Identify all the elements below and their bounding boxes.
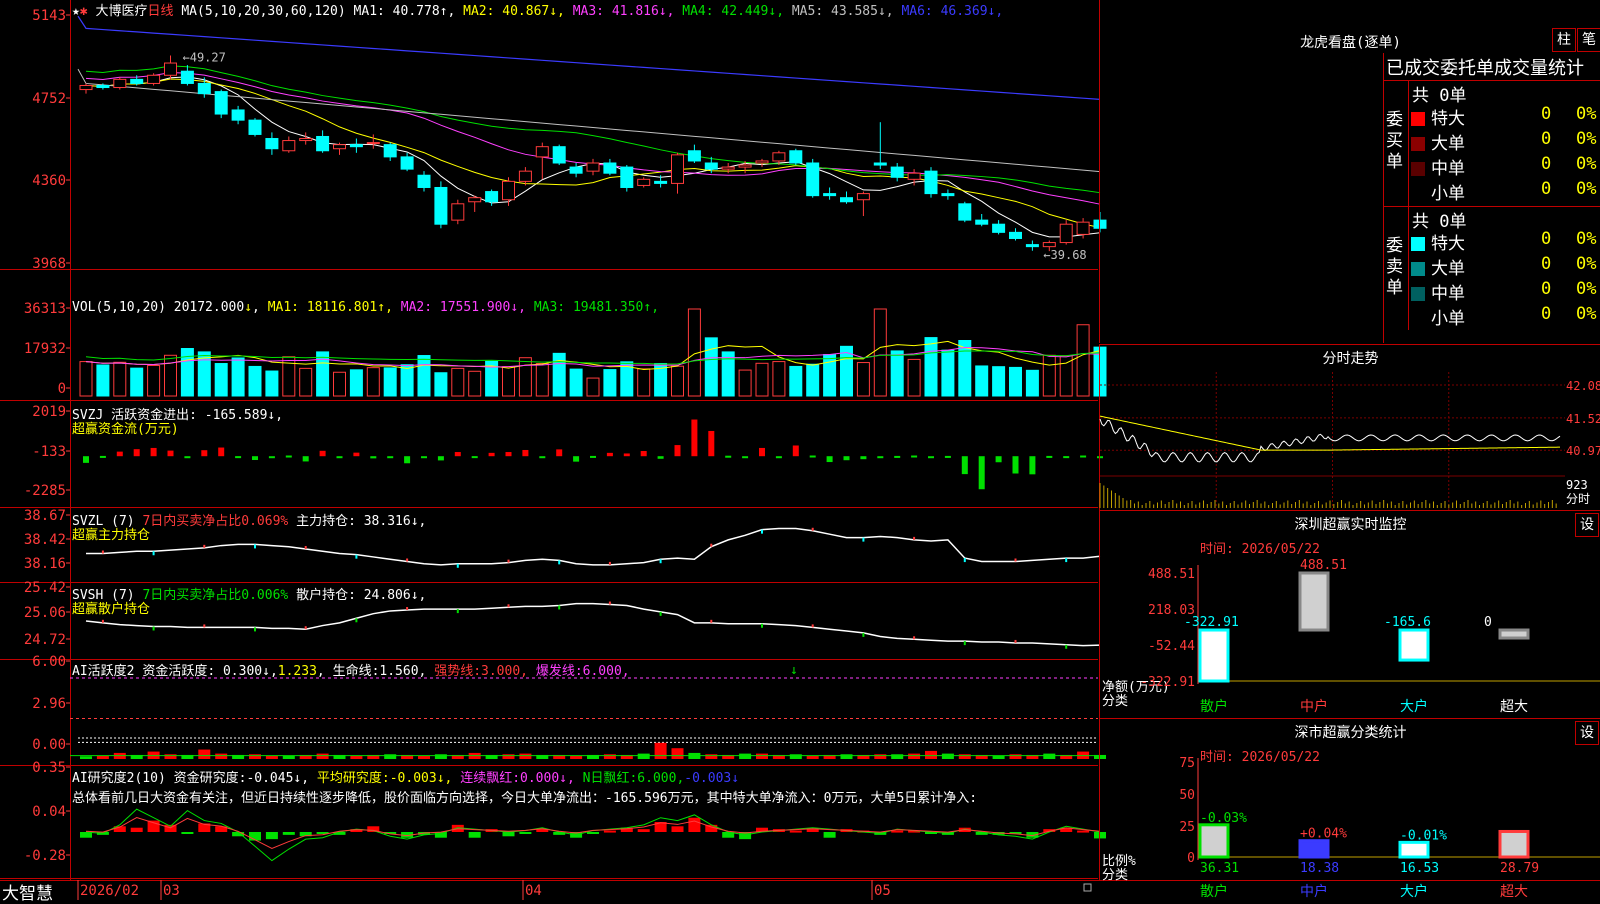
sz-class-change: +0.04%: [1300, 827, 1347, 842]
sz-class-y-label: 0: [1187, 851, 1195, 866]
sz-monitor-y-label: -52.44: [1148, 639, 1195, 654]
intraday-price-line: [1099, 418, 1561, 463]
sz-class-category: 超大: [1500, 884, 1528, 900]
sz-class-y-label: 50: [1179, 788, 1195, 803]
sz-monitor-value: 488.51: [1300, 558, 1347, 573]
sz-class-category: 散户: [1200, 883, 1228, 900]
sz-monitor-bar: [1498, 628, 1530, 640]
sz-monitor-category: 散户: [1200, 698, 1228, 715]
sz-class-category: 大户: [1400, 883, 1428, 900]
intraday-vol-unit: 分时: [1566, 492, 1590, 506]
intraday-y-label: 42.08: [1566, 379, 1600, 393]
sz-class-value: 36.31: [1200, 861, 1239, 876]
sz-monitor-bar: [1398, 628, 1430, 662]
sz-monitor-y-label: 488.51: [1148, 567, 1195, 582]
sz-class-bar: [1198, 823, 1230, 859]
sz-class-bar: [1398, 840, 1430, 859]
sz-class-bar: [1498, 829, 1530, 859]
sz-class-y-label: 75: [1179, 756, 1195, 771]
sz-class-bar: [1298, 839, 1330, 859]
sz-monitor-category: 超大: [1500, 699, 1528, 715]
sz-monitor-value: -322.91: [1184, 615, 1239, 630]
sz-class-value: 28.79: [1500, 861, 1539, 876]
right-charts-svg: 42.0841.5240.97923分时488.51218.03-52.44-3…: [1099, 372, 1600, 900]
intraday-vol-label: 923: [1566, 478, 1588, 492]
sz-class-value: 16.53: [1400, 861, 1439, 876]
sz-monitor-category: 大户: [1400, 698, 1428, 715]
intraday-y-label: 41.52: [1566, 412, 1600, 426]
sz-class-change: -0.03%: [1200, 811, 1247, 826]
intraday-y-label: 40.97: [1566, 444, 1600, 458]
sz-monitor-bar: [1298, 571, 1330, 632]
intraday-avg-line: [1099, 415, 1561, 451]
sz-class-category: 中户: [1300, 883, 1328, 900]
sz-class-y-label: 25: [1179, 820, 1195, 835]
sz-class-value: 18.38: [1300, 861, 1339, 876]
sz-monitor-bar: [1198, 628, 1230, 683]
sz-monitor-value: 0: [1484, 615, 1492, 630]
sz-monitor-y-label: -322.91: [1140, 675, 1195, 690]
sz-monitor-value: -165.6: [1384, 615, 1431, 630]
sz-monitor-category: 中户: [1300, 698, 1328, 715]
sz-class-change: -0.01%: [1400, 828, 1447, 843]
